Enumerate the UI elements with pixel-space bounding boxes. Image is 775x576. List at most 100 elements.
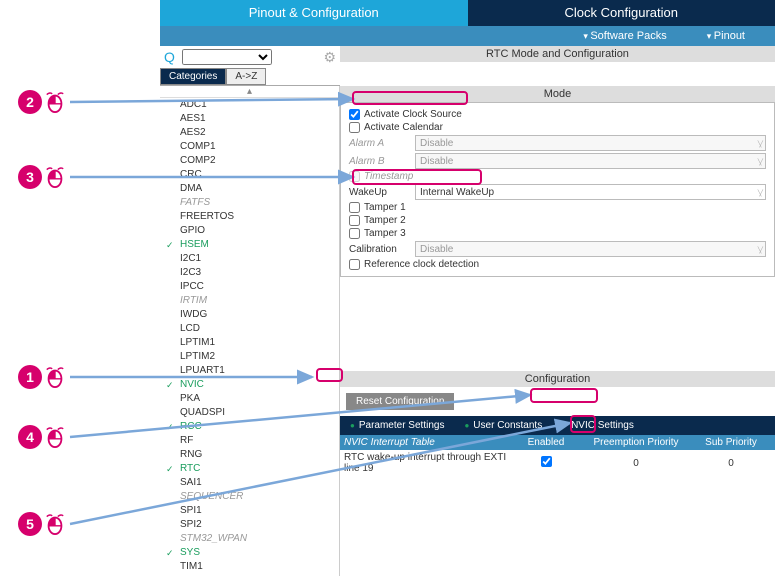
alarm-b-select[interactable]: Disable xyxy=(415,153,766,169)
nvic-table-header: NVIC Interrupt Table Enabled Preemption … xyxy=(340,435,775,450)
alarm-a-select[interactable]: Disable xyxy=(415,135,766,151)
sidebar-item-lpuart1[interactable]: LPUART1 xyxy=(160,364,339,378)
wakeup-label: WakeUp xyxy=(349,187,409,198)
sidebar-item-lcd[interactable]: LCD xyxy=(160,322,339,336)
sidebar-item-spi2[interactable]: SPI2 xyxy=(160,518,339,532)
search-select[interactable] xyxy=(182,49,272,65)
tamper3-row[interactable]: Tamper 3 xyxy=(349,228,406,239)
sidebar-item-pka[interactable]: PKA xyxy=(160,392,339,406)
right-pane: Mode Activate Clock Source Activate Cale… xyxy=(340,86,775,576)
sidebar-item-ipcc[interactable]: IPCC xyxy=(160,280,339,294)
sidebar-item-rtc[interactable]: RTC xyxy=(160,462,339,476)
tab-pinout-config[interactable]: Pinout & Configuration xyxy=(160,0,468,26)
tab-az[interactable]: A->Z xyxy=(226,68,266,85)
mouse-icon xyxy=(44,366,66,388)
nvic-preemption-priority[interactable]: 0 xyxy=(581,458,691,469)
mouse-icon xyxy=(44,91,66,113)
mouse-icon xyxy=(44,426,66,448)
sidebar-item-sequencer[interactable]: SEQUENCER xyxy=(160,490,339,504)
tab-parameter-settings[interactable]: Parameter Settings xyxy=(344,418,450,433)
sidebar-item-freertos[interactable]: FREERTOS xyxy=(160,210,339,224)
sidebar-item-hsem[interactable]: HSEM xyxy=(160,238,339,252)
sidebar-item-adc1[interactable]: ADC1 xyxy=(160,98,339,112)
activate-calendar-row[interactable]: Activate Calendar xyxy=(349,122,443,133)
sidebar-item-i2c3[interactable]: I2C3 xyxy=(160,266,339,280)
sidebar-item-aes1[interactable]: AES1 xyxy=(160,112,339,126)
step-marker-5: 5 xyxy=(18,512,66,536)
step-marker-2: 2 xyxy=(18,90,66,114)
tab-user-constants[interactable]: User Constants xyxy=(458,418,548,433)
tamper3-label: Tamper 3 xyxy=(364,228,406,239)
top-tabs: Pinout & Configuration Clock Configurati… xyxy=(160,0,775,26)
sidebar-item-comp1[interactable]: COMP1 xyxy=(160,140,339,154)
step-marker-1: 1 xyxy=(18,365,66,389)
sidebar-item-dma[interactable]: DMA xyxy=(160,182,339,196)
sidebar-item-lptim2[interactable]: LPTIM2 xyxy=(160,350,339,364)
sidebar-item-rf[interactable]: RF xyxy=(160,434,339,448)
tamper2-label: Tamper 2 xyxy=(364,215,406,226)
tab-clock-config[interactable]: Clock Configuration xyxy=(468,0,775,26)
wakeup-select[interactable]: Internal WakeUp xyxy=(415,184,766,200)
alarm-a-label: Alarm A xyxy=(349,138,409,149)
settings-gear-icon[interactable]: ⚙ xyxy=(323,49,336,66)
sidebar-item-stm32_wpan[interactable]: STM32_WPAN xyxy=(160,532,339,546)
mode-header: Mode xyxy=(340,86,775,102)
activate-clock-checkbox[interactable] xyxy=(349,109,360,120)
sidebar-item-iwdg[interactable]: IWDG xyxy=(160,308,339,322)
sidebar-item-tim1[interactable]: TIM1 xyxy=(160,560,339,574)
nvic-col-sub: Sub Priority xyxy=(691,437,771,448)
sidebar-item-spi1[interactable]: SPI1 xyxy=(160,504,339,518)
sidebar-item-aes2[interactable]: AES2 xyxy=(160,126,339,140)
nvic-col-preemption: Preemption Priority xyxy=(581,437,691,448)
step-number: 1 xyxy=(18,365,42,389)
activate-calendar-checkbox[interactable] xyxy=(349,122,360,133)
nvic-col-table: NVIC Interrupt Table xyxy=(344,437,511,448)
tamper1-checkbox[interactable] xyxy=(349,202,360,213)
mode-panel: Activate Clock Source Activate Calendar … xyxy=(340,102,775,277)
activate-clock-label: Activate Clock Source xyxy=(364,109,462,120)
sidebar-item-quadspi[interactable]: QUADSPI xyxy=(160,406,339,420)
tamper1-label: Tamper 1 xyxy=(364,202,406,213)
nvic-sub-priority[interactable]: 0 xyxy=(691,458,771,469)
sidebar-item-fatfs[interactable]: FATFS xyxy=(160,196,339,210)
search-row: Q ⚙ xyxy=(160,46,340,68)
sidebar-item-rng[interactable]: RNG xyxy=(160,448,339,462)
tab-categories[interactable]: Categories xyxy=(160,68,226,85)
tamper2-checkbox[interactable] xyxy=(349,215,360,226)
sidebar-item-lptim1[interactable]: LPTIM1 xyxy=(160,336,339,350)
sidebar-item-rcc[interactable]: RCC xyxy=(160,420,339,434)
peripheral-sidebar[interactable]: ▴ ADC1AES1AES2COMP1COMP2CRCDMAFATFSFREER… xyxy=(160,86,340,576)
sidebar-item-sai1[interactable]: SAI1 xyxy=(160,476,339,490)
step-marker-4: 4 xyxy=(18,425,66,449)
sidebar-item-crc[interactable]: CRC xyxy=(160,168,339,182)
step-number: 5 xyxy=(18,512,42,536)
tamper1-row[interactable]: Tamper 1 xyxy=(349,202,406,213)
step-marker-3: 3 xyxy=(18,165,66,189)
tab-nvic-settings[interactable]: NVIC Settings xyxy=(556,418,640,433)
reset-config-button[interactable]: Reset Configuration xyxy=(346,393,454,410)
tamper2-row[interactable]: Tamper 2 xyxy=(349,215,406,226)
sidebar-item-i2c1[interactable]: I2C1 xyxy=(160,252,339,266)
sidebar-item-nvic[interactable]: NVIC xyxy=(160,378,339,392)
mouse-icon xyxy=(44,166,66,188)
config-header: Configuration xyxy=(340,371,775,387)
refclock-checkbox[interactable] xyxy=(349,259,360,270)
activate-clock-source-row[interactable]: Activate Clock Source xyxy=(349,109,462,120)
step-number: 3 xyxy=(18,165,42,189)
config-tabs: Parameter Settings User Constants NVIC S… xyxy=(340,416,775,435)
nvic-col-enabled: Enabled xyxy=(511,437,581,448)
sidebar-scroll-up[interactable]: ▴ xyxy=(160,86,339,98)
sidebar-item-gpio[interactable]: GPIO xyxy=(160,224,339,238)
sidebar-item-comp2[interactable]: COMP2 xyxy=(160,154,339,168)
pinout-dropdown[interactable]: Pinout xyxy=(707,30,745,42)
sidebar-item-irtim[interactable]: IRTIM xyxy=(160,294,339,308)
tamper3-checkbox[interactable] xyxy=(349,228,360,239)
software-packs-dropdown[interactable]: Software Packs xyxy=(583,30,666,42)
mouse-icon xyxy=(44,513,66,535)
calibration-select[interactable]: Disable xyxy=(415,241,766,257)
step-number: 2 xyxy=(18,90,42,114)
sidebar-item-sys[interactable]: SYS xyxy=(160,546,339,560)
activate-calendar-label: Activate Calendar xyxy=(364,122,443,133)
nvic-enabled-checkbox[interactable] xyxy=(541,456,552,467)
refclock-row[interactable]: Reference clock detection xyxy=(349,259,479,270)
